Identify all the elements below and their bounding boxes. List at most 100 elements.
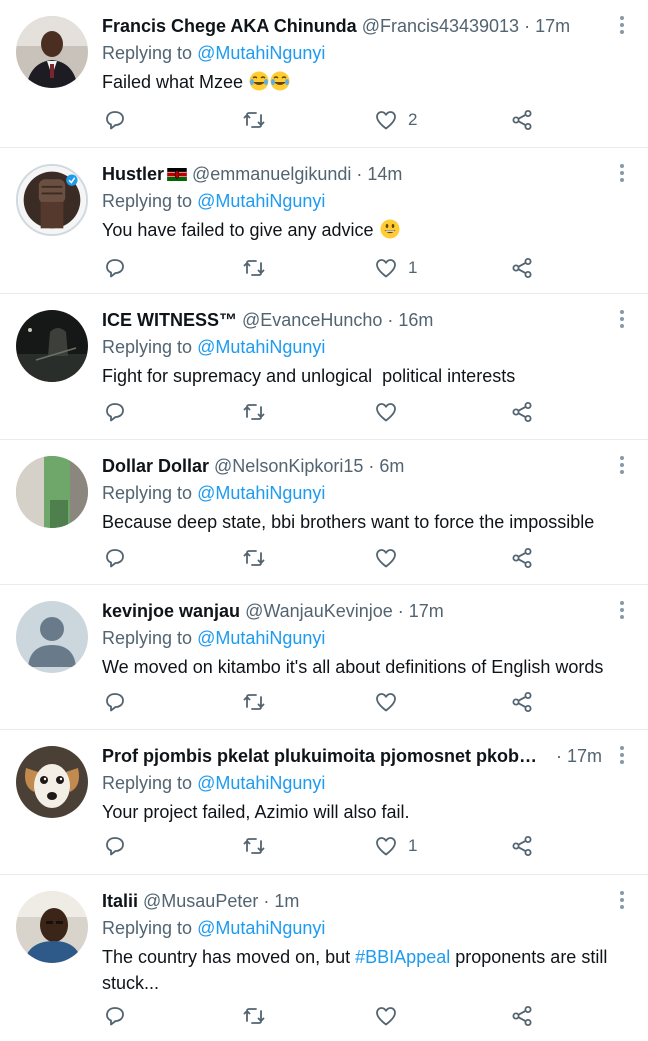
like-button[interactable]: [374, 544, 398, 572]
reply-button[interactable]: [103, 106, 127, 134]
like-button[interactable]: 1: [374, 832, 417, 860]
handle[interactable]: @Francis43439013: [362, 14, 519, 38]
replying-prefix: Replying to: [102, 918, 193, 938]
hashtag-link[interactable]: #BBIAppeal: [355, 947, 450, 967]
tweet[interactable]: ICE WITNESS™ @EvanceHuncho · 16m Replyin…: [0, 294, 648, 440]
more-icon[interactable]: [618, 16, 626, 38]
mention-link[interactable]: @MutahiNgunyi: [197, 191, 325, 211]
tweet-header: Francis Chege AKA Chinunda @Francis43439…: [102, 14, 602, 38]
display-name-text: Hustler: [102, 164, 165, 184]
reply-button[interactable]: [103, 544, 127, 572]
avatar[interactable]: [16, 601, 88, 673]
reply-button[interactable]: [103, 398, 127, 426]
retweet-button[interactable]: [242, 832, 266, 860]
mention-link[interactable]: @MutahiNgunyi: [197, 483, 325, 503]
handle[interactable]: @WanjauKevinjoe: [245, 599, 393, 623]
timestamp[interactable]: · 17m: [398, 599, 444, 623]
handle[interactable]: @emmanuelgikundi: [192, 162, 351, 186]
like-button[interactable]: 2: [374, 106, 417, 134]
tweet-actions: [0, 688, 648, 716]
handle[interactable]: @NelsonKipkori15: [214, 454, 363, 478]
tweet[interactable]: kevinjoe wanjau @WanjauKevinjoe · 17m Re…: [0, 585, 648, 730]
tweet-header: Hustler @emmanuelgikundi · 14m: [102, 162, 602, 186]
reply-icon: [106, 1007, 124, 1026]
tweet[interactable]: Hustler @emmanuelgikundi · 14m Replying …: [0, 148, 648, 294]
display-name[interactable]: kevinjoe wanjau: [102, 599, 240, 623]
tweet-actions: [0, 1002, 648, 1030]
timestamp[interactable]: · 17m: [524, 14, 570, 38]
retweet-button[interactable]: [242, 688, 266, 716]
share-button[interactable]: [510, 832, 534, 860]
reply-button[interactable]: [103, 1002, 127, 1030]
share-button[interactable]: [510, 254, 534, 282]
timestamp[interactable]: · 1m: [263, 889, 299, 913]
more-icon[interactable]: [618, 456, 626, 478]
mention-link[interactable]: @MutahiNgunyi: [197, 773, 325, 793]
more-icon[interactable]: [618, 601, 626, 623]
display-name[interactable]: Hustler: [102, 162, 187, 186]
mention-link[interactable]: @MutahiNgunyi: [197, 918, 325, 938]
display-name[interactable]: Italii: [102, 889, 138, 913]
avatar[interactable]: [16, 891, 88, 963]
share-button[interactable]: [510, 688, 534, 716]
more-icon[interactable]: [618, 746, 626, 768]
reply-icon: [106, 693, 124, 712]
share-button[interactable]: [510, 106, 534, 134]
mention-link[interactable]: @MutahiNgunyi: [197, 43, 325, 63]
handle[interactable]: @MusauPeter: [143, 889, 258, 913]
tweet-text-content: Your project failed, Azimio will also fa…: [102, 802, 410, 822]
reply-button[interactable]: [103, 832, 127, 860]
mention-link[interactable]: @MutahiNgunyi: [197, 337, 325, 357]
tweet[interactable]: Italii @MusauPeter · 1m Replying to @Mut…: [0, 875, 648, 1041]
display-name[interactable]: Francis Chege AKA Chinunda: [102, 14, 357, 38]
replying-to: Replying to @MutahiNgunyi: [102, 916, 325, 940]
like-button[interactable]: [374, 688, 398, 716]
tweet[interactable]: Prof pjombis pkelat plukuimoita pjomosne…: [0, 730, 648, 875]
share-icon: [512, 692, 532, 712]
display-name[interactable]: Prof pjombis pkelat plukuimoita pjomosne…: [102, 744, 551, 768]
tweet-text: Fight for supremacy and unlogical politi…: [102, 363, 634, 389]
avatar[interactable]: [16, 456, 88, 528]
mention-link[interactable]: @MutahiNgunyi: [197, 628, 325, 648]
reply-feed: Francis Chege AKA Chinunda @Francis43439…: [0, 0, 648, 1041]
display-name[interactable]: ICE WITNESS™: [102, 308, 237, 332]
tweet-header: Italii @MusauPeter · 1m: [102, 889, 602, 913]
share-button[interactable]: [510, 398, 534, 426]
replying-prefix: Replying to: [102, 483, 193, 503]
avatar[interactable]: [16, 164, 88, 236]
retweet-button[interactable]: [242, 254, 266, 282]
share-button[interactable]: [510, 544, 534, 572]
retweet-icon: [243, 112, 265, 128]
like-icon: [376, 549, 396, 568]
reply-button[interactable]: [103, 688, 127, 716]
handle[interactable]: @EvanceHuncho: [242, 308, 382, 332]
reply-button[interactable]: [103, 254, 127, 282]
more-icon[interactable]: [618, 891, 626, 913]
display-name[interactable]: Dollar Dollar: [102, 454, 209, 478]
tweet[interactable]: Francis Chege AKA Chinunda @Francis43439…: [0, 0, 648, 148]
like-button[interactable]: 1: [374, 254, 417, 282]
retweet-icon: [243, 838, 265, 854]
like-button[interactable]: [374, 398, 398, 426]
like-button[interactable]: [374, 1002, 398, 1030]
timestamp[interactable]: · 17m: [556, 744, 602, 768]
avatar[interactable]: [16, 746, 88, 818]
retweet-button[interactable]: [242, 398, 266, 426]
replying-to: Replying to @MutahiNgunyi: [102, 626, 325, 650]
retweet-button[interactable]: [242, 544, 266, 572]
avatar[interactable]: [16, 310, 88, 382]
retweet-icon: [243, 550, 265, 566]
share-button[interactable]: [510, 1002, 534, 1030]
tweet-actions: [0, 544, 648, 572]
retweet-button[interactable]: [242, 106, 266, 134]
tweet[interactable]: Dollar Dollar @NelsonKipkori15 · 6m Repl…: [0, 440, 648, 585]
avatar[interactable]: [16, 16, 88, 88]
timestamp[interactable]: · 16m: [387, 308, 433, 332]
timestamp[interactable]: · 14m: [356, 162, 402, 186]
more-icon[interactable]: [618, 164, 626, 186]
retweet-button[interactable]: [242, 1002, 266, 1030]
more-icon[interactable]: [618, 310, 626, 332]
tweet-actions: 1: [0, 254, 648, 282]
replying-prefix: Replying to: [102, 773, 193, 793]
timestamp[interactable]: · 6m: [368, 454, 404, 478]
